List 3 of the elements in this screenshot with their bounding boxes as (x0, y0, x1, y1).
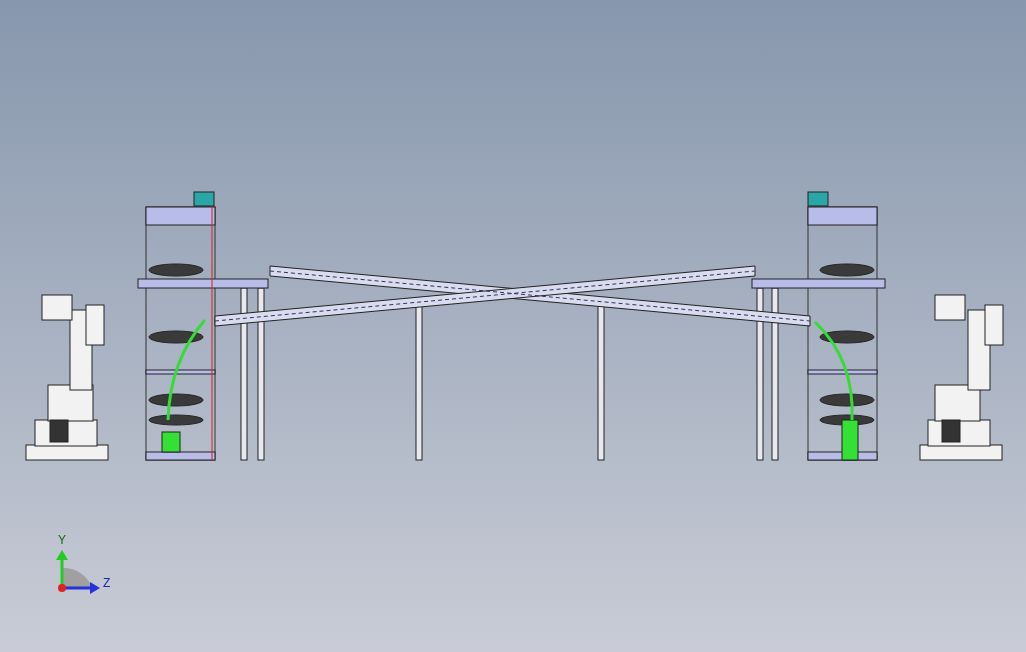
axis-triad-icon (56, 550, 100, 594)
axis-label: Y (58, 533, 66, 547)
axis-label: Z (103, 576, 111, 590)
